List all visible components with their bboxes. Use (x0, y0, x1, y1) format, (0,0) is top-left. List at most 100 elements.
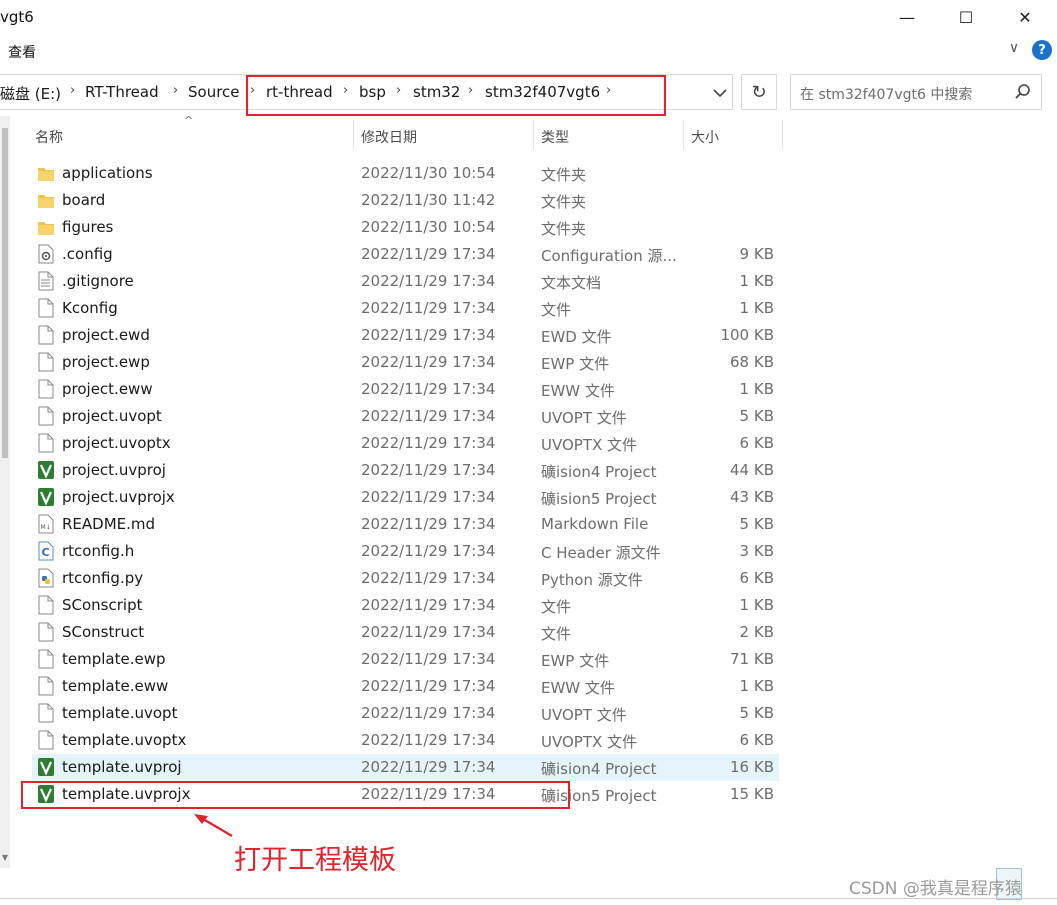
file-type: 礦ision5 Project (541, 490, 657, 508)
file-type: EWP 文件 (541, 355, 610, 373)
file-size: 68 KB (730, 353, 774, 371)
file-type: 礦ision4 Project (541, 463, 657, 481)
file-modified-date: 2022/11/29 17:34 (361, 623, 496, 641)
file-type: EWD 文件 (541, 328, 612, 346)
file-name: .config (62, 245, 113, 263)
svg-text:M↓: M↓ (41, 524, 51, 531)
column-divider[interactable] (533, 120, 534, 150)
config-file-icon (38, 244, 54, 264)
file-size: 1 KB (739, 380, 774, 398)
keil-project-icon (38, 487, 54, 507)
file-size: 9 KB (739, 245, 774, 263)
file-type: 文本文档 (541, 274, 602, 292)
file-type: 文件 (541, 625, 572, 643)
file-name: template.ewp (62, 650, 166, 668)
file-modified-date: 2022/11/30 10:54 (361, 164, 496, 182)
refresh-button[interactable]: ↻ (741, 74, 777, 110)
breadcrumb-source[interactable]: Source (188, 83, 240, 101)
search-icon[interactable] (1014, 83, 1032, 101)
file-type: Configuration 源... (541, 247, 677, 265)
folder-icon (38, 190, 54, 210)
file-icon (38, 703, 54, 723)
minimize-button[interactable]: — (884, 0, 930, 34)
file-icon (38, 406, 54, 426)
sort-ascending-icon: ^ (184, 114, 194, 127)
window-title: vgt6 (0, 8, 34, 26)
scrollbar-thumb[interactable] (2, 128, 8, 458)
search-placeholder[interactable]: 在 stm32f407vgt6 中搜索 (800, 84, 972, 104)
file-name: rtconfig.py (62, 569, 144, 587)
file-size: 1 KB (739, 299, 774, 317)
file-size: 1 KB (739, 677, 774, 695)
file-name: Kconfig (62, 299, 118, 317)
column-header-size[interactable]: 大小 (691, 127, 719, 147)
file-modified-date: 2022/11/29 17:34 (361, 299, 496, 317)
file-modified-date: 2022/11/29 17:34 (361, 596, 496, 614)
breadcrumb-separator-icon[interactable]: › (173, 83, 178, 98)
column-header-date[interactable]: 修改日期 (361, 127, 417, 147)
ribbon-collapse-icon[interactable]: ∨ (1004, 40, 1024, 56)
file-modified-date: 2022/11/29 17:34 (361, 380, 496, 398)
folder-icon (38, 163, 54, 183)
folder-icon (38, 217, 54, 237)
file-modified-date: 2022/11/29 17:34 (361, 731, 496, 749)
file-icon (38, 433, 54, 453)
column-divider[interactable] (683, 120, 684, 150)
file-type: UVOPT 文件 (541, 409, 627, 427)
file-modified-date: 2022/11/29 17:34 (361, 515, 496, 533)
ribbon-tab-view[interactable]: 查看 (8, 42, 36, 62)
file-modified-date: 2022/11/29 17:34 (361, 326, 496, 344)
file-modified-date: 2022/11/29 17:34 (361, 272, 496, 290)
file-name: README.md (62, 515, 156, 533)
file-size: 1 KB (739, 596, 774, 614)
file-modified-date: 2022/11/29 17:34 (361, 569, 496, 587)
file-name: SConscript (62, 596, 143, 614)
file-size: 71 KB (730, 650, 774, 668)
file-type: 礦ision4 Project (541, 760, 657, 778)
close-button[interactable]: ✕ (1002, 0, 1048, 34)
file-size: 5 KB (739, 515, 774, 533)
file-type: EWW 文件 (541, 382, 615, 400)
scroll-down-icon[interactable]: ▼ (0, 853, 10, 862)
file-modified-date: 2022/11/30 10:54 (361, 218, 496, 236)
file-name: board (62, 191, 106, 209)
breadcrumb-separator-icon[interactable]: › (70, 83, 75, 98)
file-name: project.uvoptx (62, 434, 171, 452)
row-highlight-box (21, 781, 570, 809)
file-icon (38, 379, 54, 399)
file-name: template.uvopt (62, 704, 178, 722)
breadcrumb-drive[interactable]: 磁盘 (E:) (0, 83, 61, 104)
column-divider[interactable] (782, 120, 783, 150)
maximize-button[interactable]: ☐ (943, 0, 989, 34)
file-modified-date: 2022/11/29 17:34 (361, 461, 496, 479)
address-highlight-box (246, 75, 666, 116)
file-type: 文件 (541, 301, 572, 319)
file-size: 6 KB (739, 731, 774, 749)
file-icon (38, 352, 54, 372)
annotation-text: 打开工程模板 (234, 845, 396, 876)
breadcrumb-rt-thread-root[interactable]: RT-Thread (85, 83, 159, 101)
annotation-arrow-icon (194, 814, 233, 837)
chevron-down-icon (713, 88, 727, 97)
file-name: project.uvprojx (62, 488, 175, 506)
file-name: figures (62, 218, 114, 236)
file-type: 文件夹 (541, 220, 587, 238)
column-divider[interactable] (353, 120, 354, 150)
file-size: 1 KB (739, 272, 774, 290)
file-modified-date: 2022/11/29 17:34 (361, 245, 496, 263)
file-size: 5 KB (739, 407, 774, 425)
file-size: 44 KB (730, 461, 774, 479)
column-header-name[interactable]: 名称 (35, 127, 63, 147)
text-file-icon (38, 271, 54, 291)
file-size: 2 KB (739, 623, 774, 641)
address-history-dropdown[interactable] (709, 84, 731, 102)
file-modified-date: 2022/11/29 17:34 (361, 677, 496, 695)
help-icon[interactable]: ? (1032, 40, 1052, 60)
file-type: UVOPT 文件 (541, 706, 627, 724)
file-modified-date: 2022/11/29 17:34 (361, 353, 496, 371)
file-size: 6 KB (739, 569, 774, 587)
file-name: template.uvoptx (62, 731, 187, 749)
column-header-type[interactable]: 类型 (541, 127, 569, 147)
file-name: rtconfig.h (62, 542, 135, 560)
keil-project-icon (38, 460, 54, 480)
